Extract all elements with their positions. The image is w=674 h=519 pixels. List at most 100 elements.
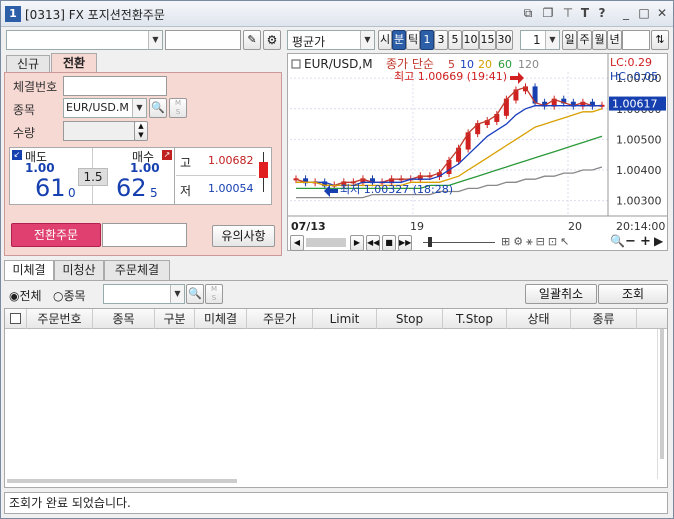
filter-search-icon[interactable]: 🔍: [186, 284, 204, 304]
period-button-분[interactable]: 분: [392, 30, 406, 50]
title-bar: 1 [0313] FX 포지션전환주문 ⧉ ❐ ⊤ T ? _ □ ✕: [1, 1, 673, 27]
period2-button-1[interactable]: 주: [577, 30, 592, 50]
select-all-checkbox[interactable]: [5, 309, 27, 329]
conclusion-no-input[interactable]: [63, 76, 167, 96]
column-header-6[interactable]: Stop: [377, 309, 443, 329]
column-header-5[interactable]: Limit: [313, 309, 377, 329]
legend-box-icon: [291, 59, 301, 69]
column-header-0[interactable]: 주문번호: [27, 309, 93, 329]
filter-all-label: 전체: [19, 289, 42, 303]
zoom-slider-handle[interactable]: [428, 237, 432, 247]
tab-convert[interactable]: 전환: [51, 53, 97, 73]
period2-button-3[interactable]: 년: [607, 30, 622, 50]
filter-symbol-select[interactable]: ▼: [103, 284, 185, 304]
ms-label-s: S: [175, 108, 181, 116]
scrollbar-thumb[interactable]: [660, 329, 664, 459]
copy-window-icon[interactable]: ❐: [541, 6, 555, 20]
edit-icon[interactable]: ✎: [243, 30, 261, 50]
orders-table[interactable]: 주문번호 종목 구분 미체결 주문가 Limit Stop T.Stop 상태 종류: [4, 308, 668, 488]
pin-icon[interactable]: ⊤: [561, 6, 575, 20]
vertical-scrollbar[interactable]: [657, 329, 665, 479]
period-input[interactable]: [622, 30, 650, 50]
tab-new[interactable]: 신규: [6, 55, 50, 73]
rewind-icon[interactable]: ◀◀: [366, 235, 380, 251]
buy-arrow-icon: ↗: [162, 150, 172, 160]
account-select[interactable]: ▼: [6, 30, 163, 50]
conclusion-no-label: 체결번호: [13, 80, 58, 94]
period-button-시[interactable]: 시: [378, 30, 392, 50]
low-arrow-icon: [324, 185, 338, 197]
fast-forward-icon[interactable]: ▶▶: [398, 235, 412, 251]
low-value: 1.00054: [208, 182, 254, 195]
scroll-left-icon[interactable]: ◀: [290, 235, 304, 251]
convert-order-button[interactable]: 전환주문: [11, 223, 101, 247]
column-header-9[interactable]: 종류: [571, 309, 637, 329]
tab-bottom-2[interactable]: 주문체결: [104, 260, 170, 280]
status-bar: 조회가 완료 되었습니다.: [4, 492, 668, 514]
high-annotation: 최고 1.00669 (19:41): [394, 70, 507, 83]
filter-symbol-radio[interactable]: ○종목: [53, 287, 86, 304]
maximize-icon[interactable]: □: [637, 6, 651, 20]
notice-button[interactable]: 유의사항: [212, 225, 275, 247]
link-icon[interactable]: ⧉: [521, 6, 535, 20]
filter-all-radio[interactable]: ◉전체: [9, 287, 42, 304]
zoom-out-icon[interactable]: −: [625, 234, 636, 249]
symbol-value: EUR/USD.M: [66, 101, 129, 114]
high-value: 1.00682: [208, 154, 254, 167]
chart-scrollbar[interactable]: [306, 238, 346, 247]
cancel-all-button[interactable]: 일괄취소: [525, 284, 597, 304]
column-header-8[interactable]: 상태: [507, 309, 571, 329]
x-date-label: 07/13: [291, 220, 326, 233]
column-header-3[interactable]: 미체결: [195, 309, 247, 329]
zoom-slider[interactable]: [423, 242, 495, 243]
qty-input[interactable]: [63, 121, 135, 141]
ma-legend-120: 120: [518, 58, 539, 71]
period-button-1[interactable]: 1: [420, 30, 434, 50]
window: 1 [0313] FX 포지션전환주문 ⧉ ❐ ⊤ T ? _ □ ✕ ▼ ✎ …: [0, 0, 674, 519]
chart-settings-icon[interactable]: ⇅: [651, 30, 669, 50]
column-header-1[interactable]: 종목: [93, 309, 155, 329]
period-button-5[interactable]: 5: [448, 30, 462, 50]
period-button-10[interactable]: 10: [462, 30, 479, 50]
price-chart[interactable]: EUR/USD,M 종가 단순 5 10 20 60 120 최고 1.00669 (19:4…: [287, 53, 668, 251]
next-icon[interactable]: ▶: [654, 234, 663, 248]
tab-bottom-0[interactable]: 미체결: [4, 260, 54, 280]
column-header-2[interactable]: 구분: [155, 309, 195, 329]
order-note-input[interactable]: [102, 223, 187, 247]
quote-box: ↙ 매도 1.00 61 0 1.5 매수 ↗ 1.00 62 5 고 1.00…: [9, 147, 272, 205]
filter-ms-toggle[interactable]: MS: [205, 284, 223, 304]
chart-tools-icons[interactable]: ⊞⚙⚹⊟⊡↖: [501, 235, 572, 249]
horizontal-scrollbar[interactable]: [7, 479, 237, 483]
stop-icon[interactable]: ■: [382, 235, 396, 251]
search-icon[interactable]: 🔍: [149, 98, 167, 118]
column-header-7[interactable]: T.Stop: [443, 309, 507, 329]
ms-toggle-button[interactable]: MS: [169, 98, 187, 118]
chevron-down-icon: ▼: [545, 31, 559, 49]
zoom-icon[interactable]: 🔍: [610, 234, 625, 248]
close-icon[interactable]: ✕: [655, 6, 669, 20]
query-button[interactable]: 조회: [598, 284, 668, 304]
price-type-select[interactable]: 평균가 ▼: [287, 30, 375, 50]
qty-stepper[interactable]: ▲ ▼: [134, 121, 148, 141]
gear-icon[interactable]: ⚙: [263, 30, 281, 50]
period2-button-2[interactable]: 월: [592, 30, 607, 50]
zoom-in-icon[interactable]: +: [640, 234, 651, 249]
low-row: 저 1.00054: [176, 176, 256, 204]
buy-quote[interactable]: 매수 ↗ 1.00 62 5: [110, 148, 174, 204]
password-input[interactable]: [165, 30, 241, 50]
text-size-icon[interactable]: T: [578, 6, 592, 20]
symbol-select[interactable]: EUR/USD.M ▼: [63, 98, 147, 118]
help-icon[interactable]: ?: [595, 6, 609, 20]
filter-symbol-label: 종목: [63, 289, 86, 303]
candle-17: [456, 147, 462, 162]
period-button-3[interactable]: 3: [434, 30, 448, 50]
minimize-icon[interactable]: _: [619, 6, 633, 20]
period-button-15[interactable]: 15: [479, 30, 496, 50]
column-header-4[interactable]: 주문가: [247, 309, 313, 329]
period-button-틱[interactable]: 틱: [406, 30, 420, 50]
period-button-30[interactable]: 30: [496, 30, 513, 50]
period2-button-0[interactable]: 일: [562, 30, 577, 50]
period-count-select[interactable]: 1 ▼: [520, 30, 560, 50]
tab-bottom-1[interactable]: 미청산: [54, 260, 104, 280]
play-icon[interactable]: ▶: [350, 235, 364, 251]
